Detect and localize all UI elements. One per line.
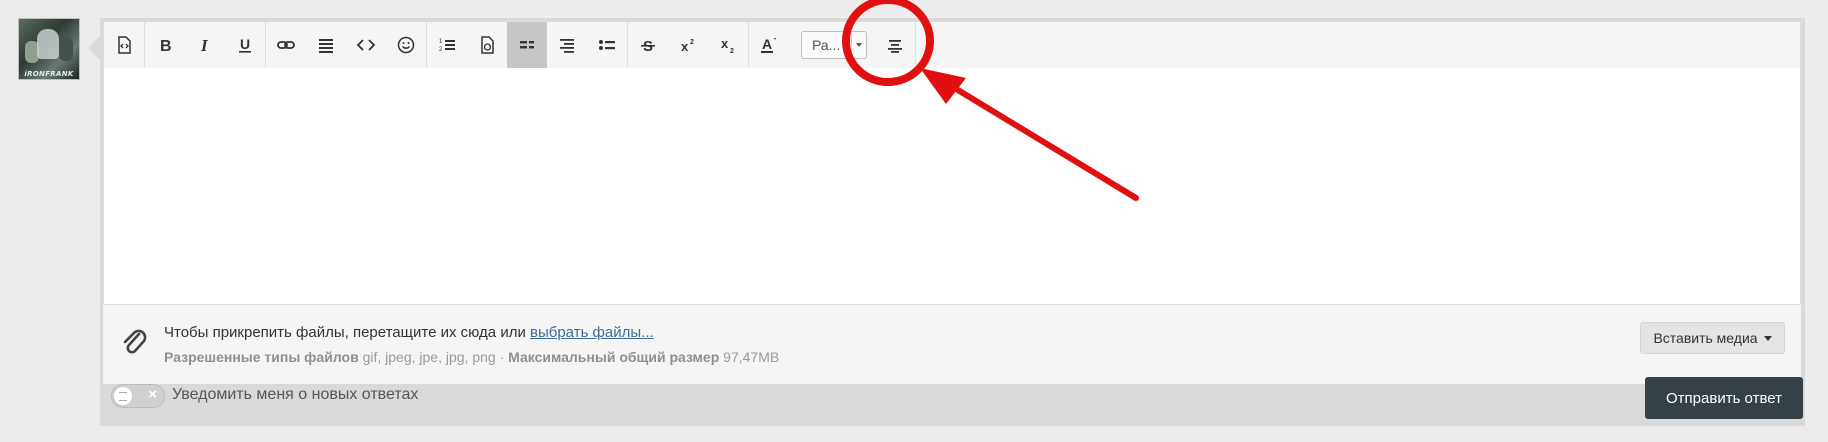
code-icon[interactable] bbox=[346, 22, 386, 68]
rich-text-editor: B I U 12 x 2 x 2 A Ра... bbox=[103, 21, 1801, 305]
insert-media-button[interactable]: Вставить медиа bbox=[1640, 322, 1785, 354]
editor-pointer bbox=[88, 36, 100, 60]
allowed-types-value: gif, jpeg, jpe, jpg, png · bbox=[358, 349, 509, 365]
font-family-value: Ра... bbox=[812, 37, 841, 53]
notify-toggle[interactable]: × bbox=[111, 384, 165, 408]
svg-text:x: x bbox=[721, 36, 729, 51]
max-size-label: Максимальный общий размер bbox=[508, 349, 720, 365]
send-reply-button[interactable]: Отправить ответ bbox=[1645, 377, 1803, 419]
template-icon[interactable] bbox=[467, 22, 507, 68]
svg-text:1: 1 bbox=[439, 39, 443, 45]
subscript-icon[interactable]: x2 bbox=[708, 22, 748, 68]
svg-text:2: 2 bbox=[439, 47, 443, 53]
ordered-list-icon[interactable]: 12 bbox=[427, 22, 467, 68]
attach-limits: Разрешенные типы файлов gif, jpeg, jpe, … bbox=[164, 349, 779, 365]
caret-down-icon bbox=[1763, 335, 1772, 341]
strikethrough-icon[interactable]: S bbox=[628, 22, 668, 68]
avatar-caption: iRONFRANK bbox=[24, 70, 74, 78]
svg-text:I: I bbox=[200, 36, 209, 55]
unordered-list-icon[interactable] bbox=[587, 22, 627, 68]
chevron-down-icon bbox=[851, 32, 866, 58]
source-code-icon[interactable] bbox=[104, 22, 144, 68]
svg-text:A: A bbox=[762, 36, 772, 52]
link-icon[interactable] bbox=[266, 22, 306, 68]
underline-icon[interactable]: U bbox=[225, 22, 265, 68]
editor-content-area[interactable] bbox=[104, 68, 1800, 304]
emoji-icon[interactable] bbox=[386, 22, 426, 68]
text-color-icon[interactable]: A bbox=[749, 22, 789, 68]
align-justify-icon[interactable] bbox=[306, 22, 346, 68]
svg-text:2: 2 bbox=[690, 39, 694, 46]
align-right-icon[interactable] bbox=[547, 22, 587, 68]
align-left-icon[interactable] bbox=[507, 22, 547, 68]
editor-toolbar: B I U 12 x 2 x 2 A Ра... bbox=[104, 22, 1800, 68]
svg-text:B: B bbox=[160, 38, 172, 55]
toggle-knob bbox=[114, 387, 132, 405]
align-center-icon[interactable] bbox=[875, 22, 915, 68]
insert-media-label: Вставить медиа bbox=[1653, 330, 1758, 346]
superscript-icon[interactable]: x2 bbox=[668, 22, 708, 68]
avatar[interactable]: iRONFRANK bbox=[18, 18, 80, 80]
attach-text: Чтобы прикрепить файлы, перетащите их сю… bbox=[164, 324, 530, 341]
close-icon: × bbox=[148, 386, 157, 403]
reply-form: B I U 12 x 2 x 2 A Ра... Чтобы прикрепит… bbox=[100, 18, 1805, 426]
italic-icon[interactable]: I bbox=[185, 22, 225, 68]
svg-text:2: 2 bbox=[730, 48, 734, 55]
choose-files-link[interactable]: выбрать файлы... bbox=[530, 324, 654, 341]
svg-text:x: x bbox=[681, 39, 689, 54]
toolbar-separator bbox=[915, 22, 916, 68]
paperclip-icon bbox=[123, 329, 147, 354]
bold-icon[interactable]: B bbox=[145, 22, 185, 68]
allowed-types-label: Разрешенные типы файлов bbox=[164, 349, 359, 365]
attachment-area[interactable]: Чтобы прикрепить файлы, перетащите их сю… bbox=[103, 305, 1801, 384]
avatar-figure bbox=[59, 37, 73, 61]
font-family-select[interactable]: Ра... bbox=[801, 31, 867, 59]
avatar-figure bbox=[37, 29, 59, 59]
svg-text:U: U bbox=[240, 36, 250, 52]
notify-label: Уведомить меня о новых ответах bbox=[172, 386, 419, 403]
max-size-value: 97,47MB bbox=[719, 349, 780, 365]
attach-instructions: Чтобы прикрепить файлы, перетащите их сю… bbox=[164, 324, 654, 341]
